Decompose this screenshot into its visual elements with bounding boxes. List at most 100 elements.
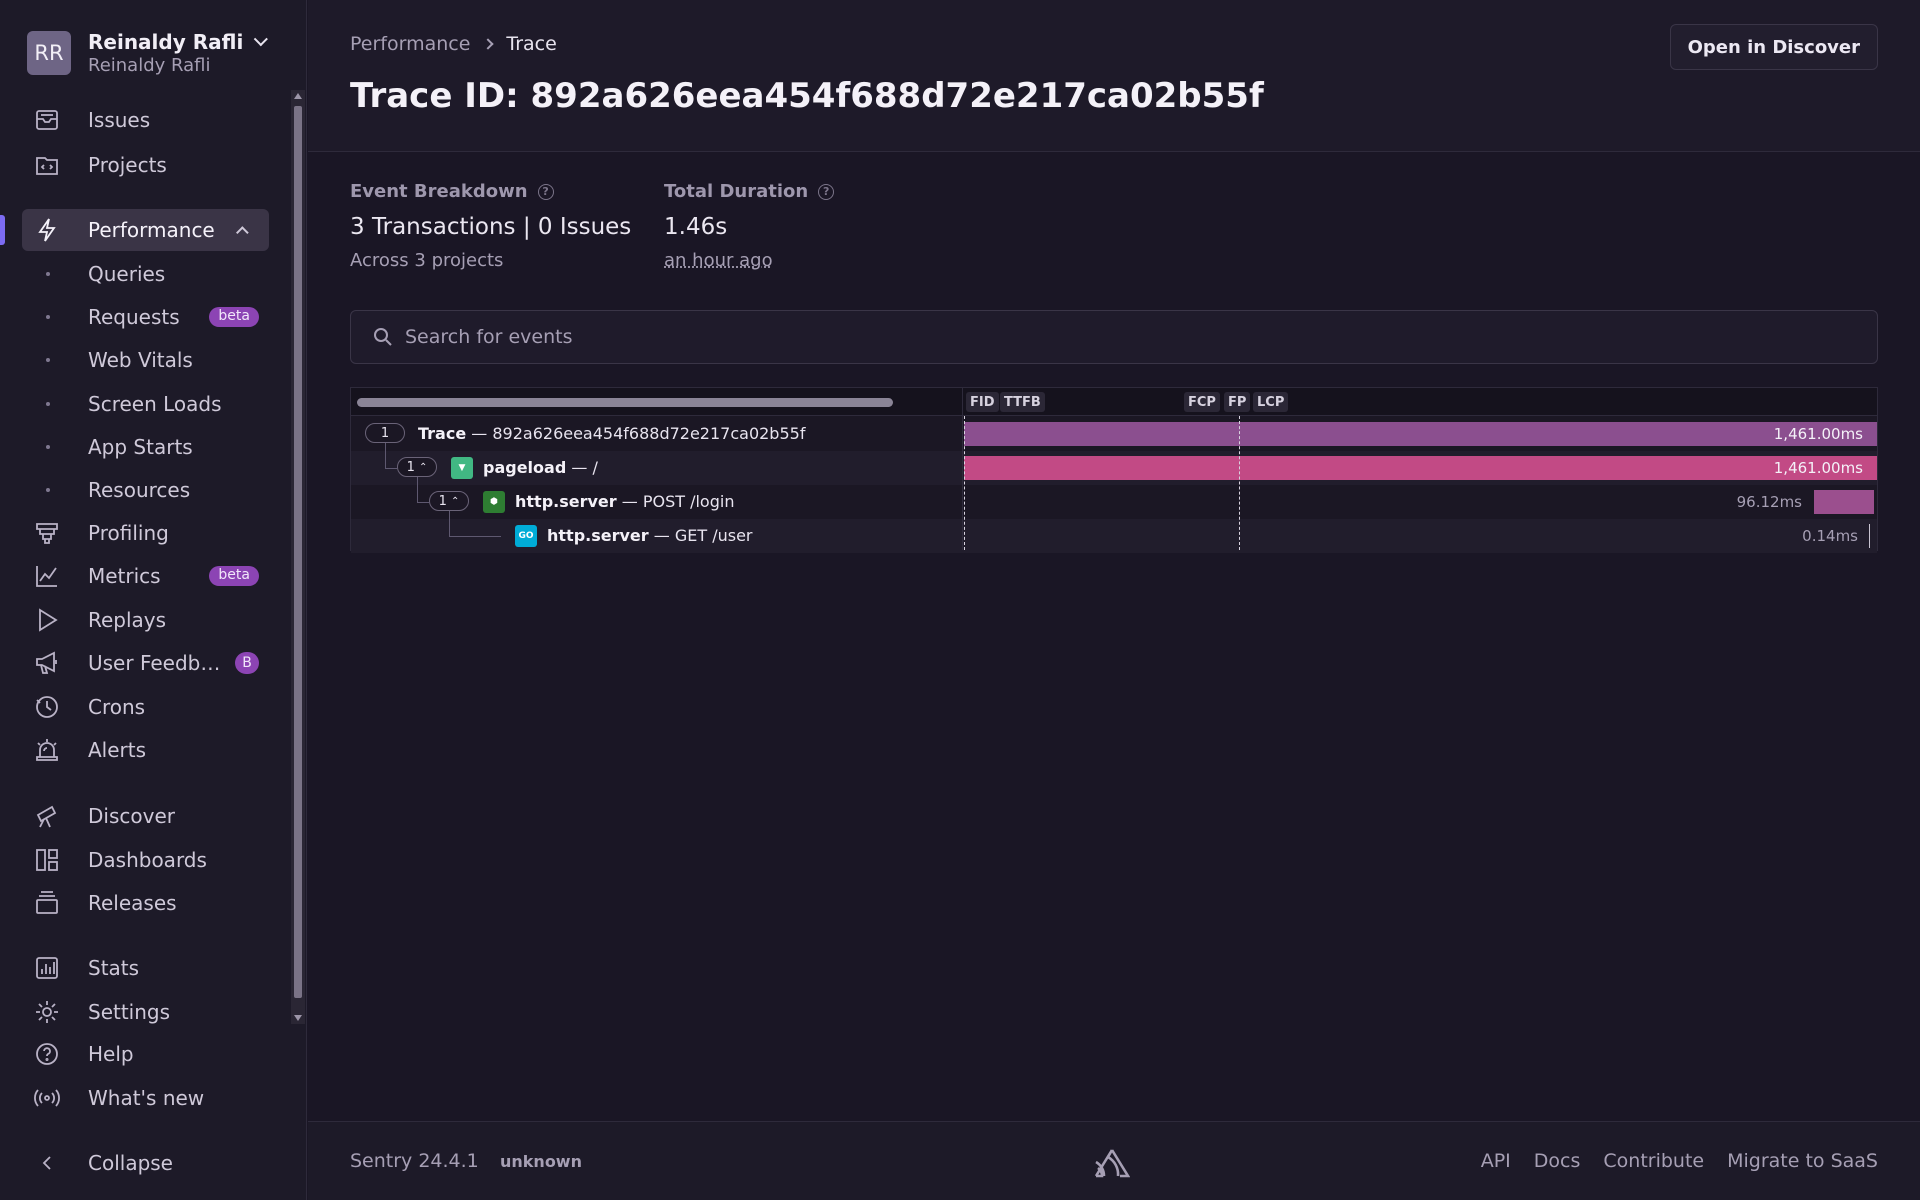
- help-icon: [32, 1039, 62, 1069]
- sidebar-item-label: What's new: [88, 1086, 205, 1110]
- row-desc: — /: [566, 458, 598, 477]
- scrollbar-thumb[interactable]: [294, 106, 302, 998]
- row-op: http.server: [515, 492, 617, 511]
- event-breakdown: Event Breakdown? 3 Transactions | 0 Issu…: [350, 181, 631, 271]
- org-switcher[interactable]: RR Reinaldy Rafli Reinaldy Rafli: [27, 30, 269, 76]
- help-icon[interactable]: ?: [818, 183, 835, 200]
- span-bar[interactable]: [964, 422, 1877, 446]
- vital-lcp[interactable]: LCP: [1253, 392, 1289, 412]
- trace-row[interactable]: 1 ⌃ ⬢ http.server — POST /login 96.12ms: [351, 485, 1877, 519]
- vital-fcp[interactable]: FCP: [1184, 392, 1220, 412]
- row-desc: — 892a626eea454f688d72e217ca02b55f: [466, 424, 806, 443]
- search-icon: [374, 328, 392, 346]
- breadcrumb: Performance Trace: [350, 33, 557, 55]
- sidebar-item-profiling[interactable]: Profiling: [22, 512, 269, 554]
- scroll-down-icon[interactable]: [294, 1015, 302, 1021]
- bullet-icon: [46, 445, 50, 449]
- tree-connector: [417, 502, 429, 503]
- count-value: 1: [438, 493, 447, 509]
- scroll-up-icon[interactable]: [294, 93, 302, 99]
- projects-icon: [32, 150, 62, 180]
- sidebar-item-alerts[interactable]: Alerts: [22, 729, 269, 771]
- sidebar-item-label: Metrics: [88, 564, 161, 588]
- chevron-up-icon[interactable]: [236, 225, 249, 239]
- child-count[interactable]: 1 ⌃: [397, 457, 437, 477]
- sidebar: RR Reinaldy Rafli Reinaldy Rafli Issues …: [0, 0, 307, 1200]
- bullet-icon: [46, 402, 50, 406]
- footer-link-contribute[interactable]: Contribute: [1603, 1150, 1704, 1172]
- sidebar-item-user-feedback[interactable]: User Feedb… B: [22, 642, 269, 684]
- sidebar-item-performance[interactable]: Performance: [22, 209, 269, 251]
- sidebar-item-issues[interactable]: Issues: [22, 99, 269, 141]
- sidebar-subitem-requests[interactable]: Requests beta: [22, 297, 269, 337]
- sidebar-subitem-label: Queries: [88, 262, 166, 286]
- trace-row[interactable]: 1 Trace — 892a626eea454f688d72e217ca02b5…: [351, 417, 1877, 451]
- search-bar[interactable]: [350, 310, 1878, 364]
- sidebar-item-whats-new[interactable]: What's new: [22, 1077, 269, 1119]
- sidebar-scrollbar[interactable]: [291, 90, 305, 1024]
- row-op: http.server: [547, 526, 649, 545]
- sidebar-item-label: Performance: [88, 218, 215, 242]
- trace-row[interactable]: GO http.server — GET /user 0.14ms: [351, 519, 1877, 553]
- avatar: RR: [27, 31, 71, 75]
- column-divider[interactable]: [962, 388, 963, 550]
- tree-connector: [449, 536, 501, 537]
- go-icon: GO: [515, 525, 537, 547]
- sentry-logo-icon[interactable]: [1094, 1146, 1131, 1182]
- footer-links: API Docs Contribute Migrate to SaaS: [1458, 1150, 1878, 1172]
- sidebar-item-settings[interactable]: Settings: [22, 991, 269, 1033]
- breadcrumb-performance[interactable]: Performance: [350, 33, 470, 55]
- sidebar-item-crons[interactable]: Crons: [22, 686, 269, 728]
- sidebar-item-label: Issues: [88, 108, 151, 132]
- bullet-icon: [46, 315, 50, 319]
- sidebar-collapse-button[interactable]: Collapse: [22, 1142, 269, 1184]
- row-op: Trace: [418, 424, 467, 443]
- sidebar-item-replays[interactable]: Replays: [22, 599, 269, 641]
- sidebar-item-label: Discover: [88, 804, 175, 828]
- span-bar[interactable]: [1814, 490, 1874, 514]
- bullet-icon: [46, 272, 50, 276]
- search-input[interactable]: [405, 326, 1805, 348]
- sidebar-subitem-app-starts[interactable]: App Starts: [22, 427, 269, 467]
- span-bar[interactable]: [1869, 524, 1870, 548]
- sidebar-item-dashboards[interactable]: Dashboards: [22, 839, 269, 881]
- vital-ttfb[interactable]: TTFB: [1000, 392, 1045, 412]
- profiling-icon: [32, 518, 62, 548]
- duration-label: 1,461.00ms: [1773, 459, 1863, 477]
- sidebar-subitem-web-vitals[interactable]: Web Vitals: [22, 340, 269, 380]
- sidebar-item-releases[interactable]: Releases: [22, 882, 269, 924]
- chevron-up-icon: ⌃: [419, 461, 428, 473]
- trace-view: FID TTFB FCP FP LCP 1 Trace — 892a626eea…: [350, 387, 1878, 553]
- vital-fp[interactable]: FP: [1224, 392, 1251, 412]
- sidebar-item-discover[interactable]: Discover: [22, 795, 269, 837]
- child-count[interactable]: 1: [365, 423, 405, 443]
- trace-row[interactable]: 1 ⌃ ▼ pageload — / 1,461.00ms: [351, 451, 1877, 485]
- sidebar-item-label: Profiling: [88, 521, 169, 545]
- trace-header: FID TTFB FCP FP LCP: [351, 388, 1877, 416]
- trace-minimap-scrollbar[interactable]: [357, 398, 893, 407]
- footer-link-migrate[interactable]: Migrate to SaaS: [1727, 1150, 1878, 1172]
- sidebar-item-stats[interactable]: Stats: [22, 947, 269, 989]
- event-breakdown-value: 3 Transactions | 0 Issues: [350, 214, 632, 240]
- footer-link-docs[interactable]: Docs: [1534, 1150, 1581, 1172]
- sidebar-item-help[interactable]: Help: [22, 1033, 269, 1075]
- vital-fid[interactable]: FID: [966, 392, 999, 412]
- footer: Sentry 24.4.1 unknown API Docs Contribut…: [308, 1121, 1920, 1200]
- beta-badge: beta: [209, 307, 259, 327]
- span-bar[interactable]: [964, 456, 1877, 480]
- help-icon[interactable]: ?: [537, 183, 554, 200]
- open-in-discover-button[interactable]: Open in Discover: [1669, 24, 1878, 70]
- sidebar-subitem-screen-loads[interactable]: Screen Loads: [22, 384, 269, 424]
- sidebar-item-label: Settings: [88, 1000, 171, 1024]
- sidebar-item-metrics[interactable]: Metrics beta: [22, 555, 269, 597]
- stats-icon: [32, 953, 62, 983]
- footer-link-api[interactable]: API: [1481, 1150, 1511, 1172]
- row-desc: — GET /user: [648, 526, 753, 545]
- tree-connector: [385, 468, 397, 469]
- child-count[interactable]: 1 ⌃: [429, 491, 469, 511]
- sidebar-item-label: User Feedb…: [88, 651, 221, 675]
- sidebar-subitem-queries[interactable]: Queries: [22, 254, 269, 294]
- sidebar-item-projects[interactable]: Projects: [22, 144, 269, 186]
- event-breakdown-sub: Across 3 projects: [350, 250, 504, 271]
- sidebar-subitem-resources[interactable]: Resources: [22, 470, 269, 510]
